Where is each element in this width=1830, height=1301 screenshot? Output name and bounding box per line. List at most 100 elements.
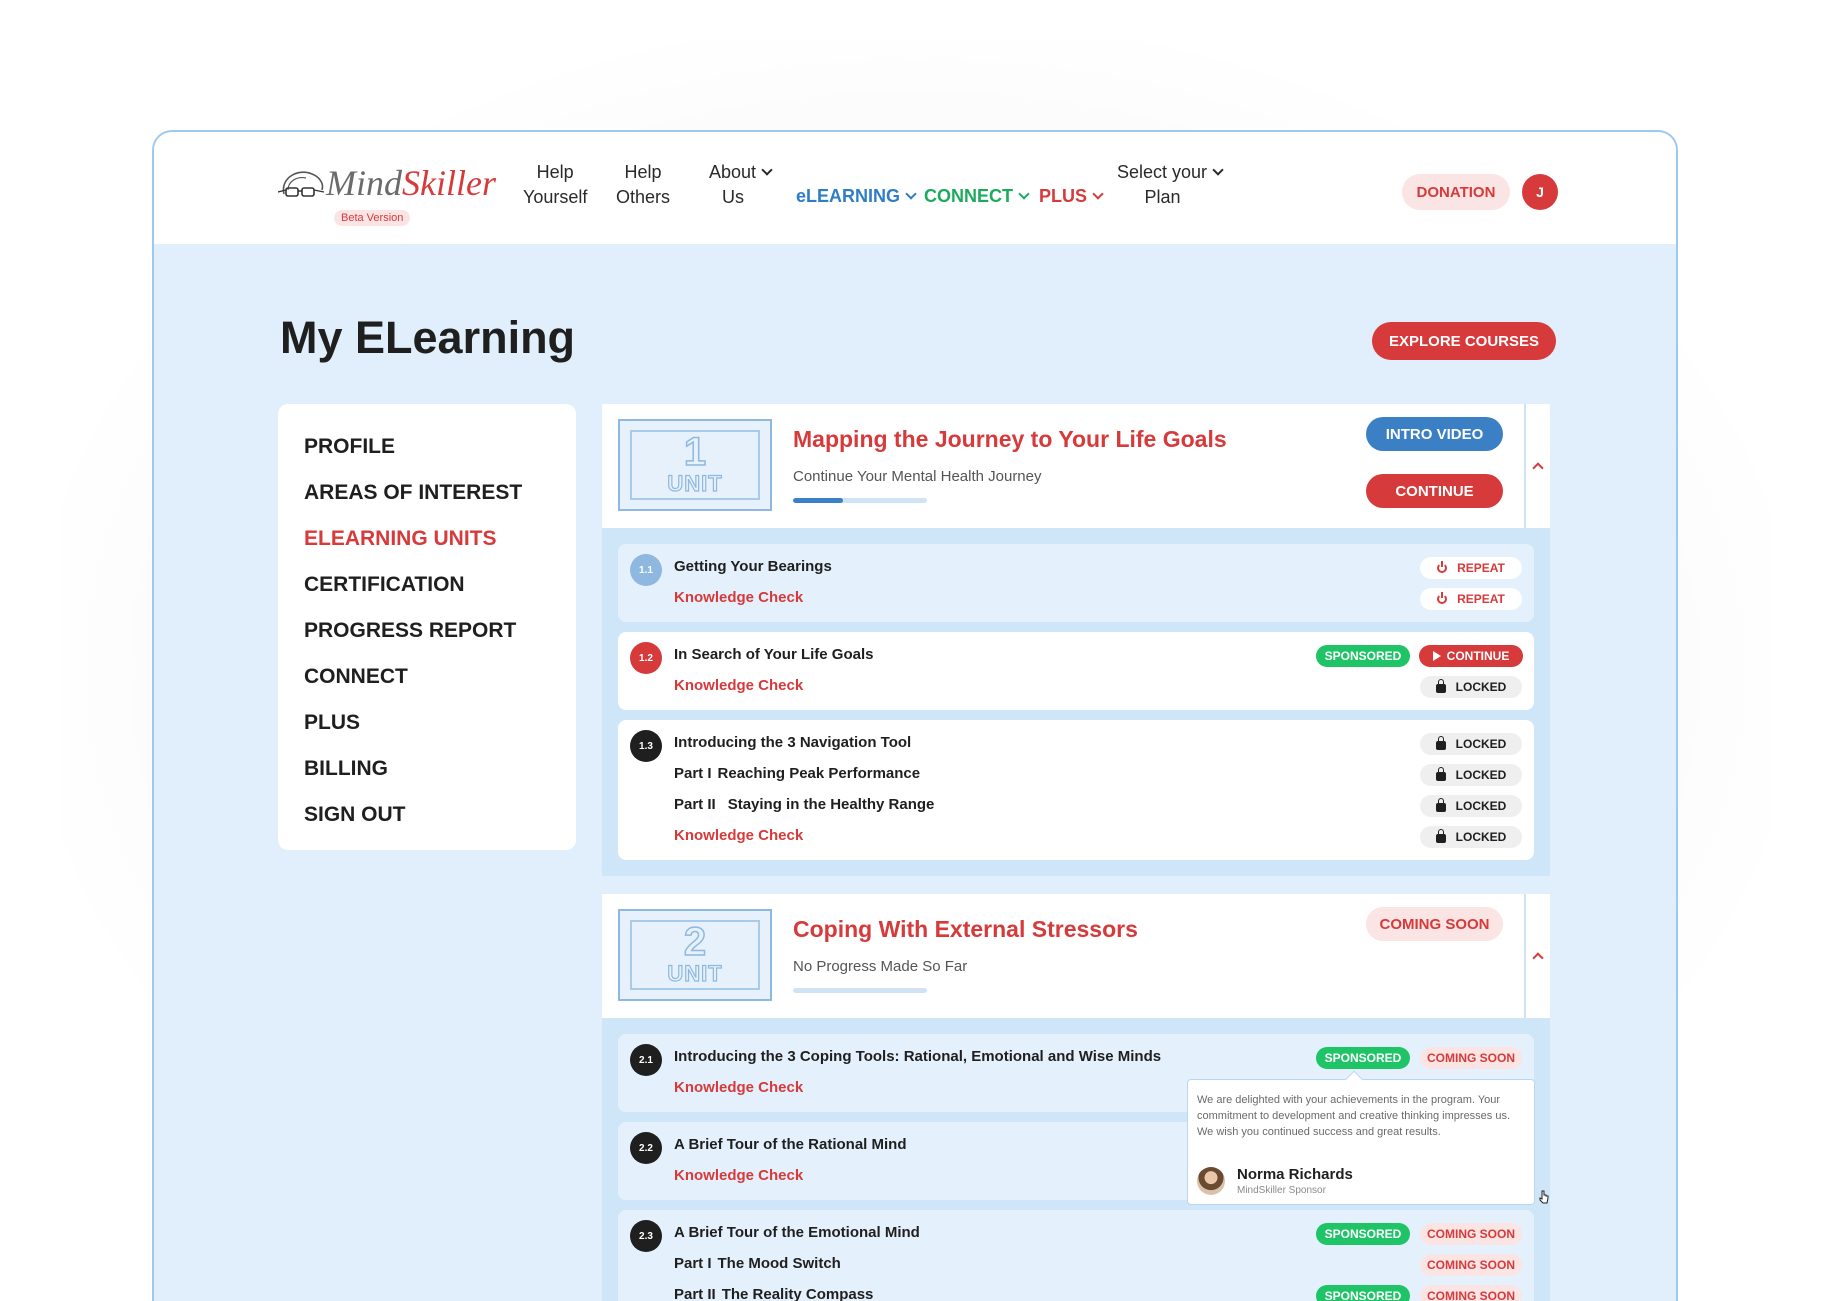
nav-select-plan-line2: Plan (1144, 187, 1181, 207)
knowledge-check-link[interactable]: Knowledge Check (674, 677, 803, 694)
locked-badge: LOCKED (1420, 764, 1522, 786)
locked-badge: LOCKED (1420, 733, 1522, 755)
sidebar-item-billing[interactable]: BILLING (278, 746, 576, 792)
continue-label: CONTINUE (1446, 649, 1510, 663)
continue-button[interactable]: CONTINUE (1366, 474, 1503, 508)
unit-2-title[interactable]: Coping With External Stressors (793, 916, 1138, 943)
chevron-up-icon (1532, 952, 1544, 964)
repeat-icon (1437, 561, 1448, 573)
unit-1-collapse-toggle[interactable] (1524, 404, 1550, 528)
app-window: MindSkiller Beta Version Help Yourself H… (152, 130, 1678, 1301)
knowledge-check-link[interactable]: Knowledge Check (674, 827, 803, 844)
nav-select-plan-label: Select your (1117, 162, 1208, 182)
knowledge-check-row: Knowledge Check LOCKED (618, 821, 1534, 852)
donation-button[interactable]: DONATION (1402, 174, 1510, 210)
sidebar-item-elearning-units[interactable]: ELEARNING UNITS (278, 516, 576, 562)
sidebar-item-plus[interactable]: PLUS (278, 700, 576, 746)
mindskiller-logo[interactable]: MindSkiller Beta Version (278, 160, 508, 230)
unit-2-header: 2 UNIT Coping With External Stressors No… (602, 894, 1550, 1018)
sidebar-item-certification[interactable]: CERTIFICATION (278, 562, 576, 608)
lesson-card-1-1: 1.1 Getting Your Bearings REPEAT Knowled… (618, 544, 1534, 622)
coming-soon-badge: COMING SOON (1420, 1285, 1522, 1301)
repeat-button[interactable]: REPEAT (1420, 557, 1522, 579)
nav-about-us-line1: About (709, 160, 773, 185)
lesson-card-2-3: 2.3 A Brief Tour of the Emotional Mind S… (618, 1210, 1534, 1301)
locked-badge: LOCKED (1420, 676, 1522, 698)
sidebar-item-profile[interactable]: PROFILE (278, 424, 576, 470)
repeat-label: REPEAT (1457, 561, 1505, 575)
part-title: Reaching Peak Performance (717, 765, 921, 782)
locked-label: LOCKED (1455, 768, 1507, 782)
nav-about-us-label: About (709, 162, 757, 182)
lesson-title[interactable]: In Search of Your Life Goals (674, 646, 874, 663)
repeat-button[interactable]: REPEAT (1420, 588, 1522, 610)
sponsor-message: We are delighted with your achievements … (1197, 1094, 1511, 1138)
knowledge-check-link[interactable]: Knowledge Check (674, 1167, 803, 1184)
lesson-title[interactable]: Introducing the 3 Coping Tools: Rational… (674, 1048, 1161, 1065)
lock-icon (1435, 828, 1446, 843)
explore-courses-button[interactable]: EXPLORE COURSES (1372, 322, 1556, 360)
sponsored-badge[interactable]: SPONSORED (1316, 645, 1410, 667)
nav-help-others-line2: Others (616, 187, 671, 207)
nav-about-us-line2: Us (722, 187, 745, 207)
nav-help-yourself[interactable]: Help Yourself (523, 160, 587, 210)
sidebar-item-progress-report[interactable]: PROGRESS REPORT (278, 608, 576, 654)
lesson-title[interactable]: Introducing the 3 Navigation Tool (674, 734, 911, 751)
unit-2-number: 2 (683, 920, 707, 964)
sponsored-badge[interactable]: SPONSORED (1316, 1223, 1410, 1245)
nav-select-plan[interactable]: Select your Plan (1117, 160, 1224, 210)
unit-2-progress-bar (793, 988, 927, 993)
lock-icon (1435, 797, 1446, 812)
lesson-part-row: Part I Reaching Peak Performance LOCKED (618, 759, 1534, 790)
lesson-title[interactable]: A Brief Tour of the Emotional Mind (674, 1224, 920, 1241)
knowledge-check-link[interactable]: Knowledge Check (674, 1079, 803, 1096)
nav-elearning-label: eLEARNING (796, 186, 901, 206)
lesson-part-title[interactable]: Part II The Reality Compass (674, 1286, 873, 1301)
lesson-row: A Brief Tour of the Emotional Mind SPONS… (618, 1218, 1534, 1249)
sidebar-menu: PROFILE AREAS OF INTEREST ELEARNING UNIT… (278, 404, 576, 850)
lesson-part-row: Part II Staying in the Healthy Range LOCK… (618, 790, 1534, 821)
repeat-icon (1437, 592, 1448, 604)
locked-label: LOCKED (1455, 830, 1507, 844)
lesson-part-title[interactable]: Part I Reaching Peak Performance (674, 765, 920, 782)
intro-video-button[interactable]: INTRO VIDEO (1366, 417, 1503, 451)
lesson-part-title[interactable]: Part II Staying in the Healthy Range (674, 796, 934, 813)
lesson-title[interactable]: Getting Your Bearings (674, 558, 832, 575)
nav-elearning[interactable]: eLEARNING (796, 184, 917, 209)
coming-soon-badge: COMING SOON (1420, 1047, 1522, 1069)
coming-soon-badge: COMING SOON (1366, 907, 1503, 941)
lesson-row: Introducing the 3 Navigation Tool LOCKED (618, 728, 1534, 759)
unit-1-header: 1 UNIT Mapping the Journey to Your Life … (602, 404, 1550, 528)
unit-1-label: UNIT (667, 470, 723, 496)
unit-2-collapse-toggle[interactable] (1524, 894, 1550, 1018)
unit-1-panel: 1 UNIT Mapping the Journey to Your Life … (602, 404, 1550, 876)
lesson-card-1-3: 1.3 Introducing the 3 Navigation Tool LO… (618, 720, 1534, 860)
sponsored-badge[interactable]: SPONSORED (1316, 1285, 1410, 1301)
chevron-down-icon (1018, 188, 1030, 200)
nav-about-us[interactable]: About Us (709, 160, 773, 210)
part-label: Part I (674, 765, 712, 782)
nav-plus[interactable]: PLUS (1039, 184, 1104, 209)
lesson-part-row: Part I The Mood Switch COMING SOON (618, 1249, 1534, 1280)
knowledge-check-link[interactable]: Knowledge Check (674, 589, 803, 606)
knowledge-check-row: Knowledge Check REPEAT (618, 583, 1534, 614)
nav-connect[interactable]: CONNECT (924, 184, 1030, 209)
sidebar-item-connect[interactable]: CONNECT (278, 654, 576, 700)
unit-1-title[interactable]: Mapping the Journey to Your Life Goals (793, 426, 1227, 453)
sponsor-tooltip: We are delighted with your achievements … (1187, 1070, 1535, 1205)
lesson-continue-button[interactable]: CONTINUE (1419, 645, 1523, 667)
sidebar-item-areas-of-interest[interactable]: AREAS OF INTEREST (278, 470, 576, 516)
locked-label: LOCKED (1455, 680, 1507, 694)
nav-help-others-line1: Help (624, 162, 662, 182)
sidebar-item-sign-out[interactable]: SIGN OUT (278, 792, 576, 838)
unit-2-label: UNIT (667, 960, 723, 986)
part-title: Staying in the Healthy Range (727, 796, 935, 813)
lesson-title[interactable]: A Brief Tour of the Rational Mind (674, 1136, 907, 1153)
sponsored-badge[interactable]: SPONSORED (1316, 1047, 1410, 1069)
unit-2-subtitle: No Progress Made So Far (793, 958, 968, 975)
lesson-part-title[interactable]: Part I The Mood Switch (674, 1255, 841, 1272)
part-label: Part II (674, 1286, 716, 1301)
user-avatar[interactable]: J (1522, 174, 1558, 210)
nav-help-others[interactable]: Help Others (616, 160, 670, 210)
chevron-down-icon (761, 164, 773, 176)
